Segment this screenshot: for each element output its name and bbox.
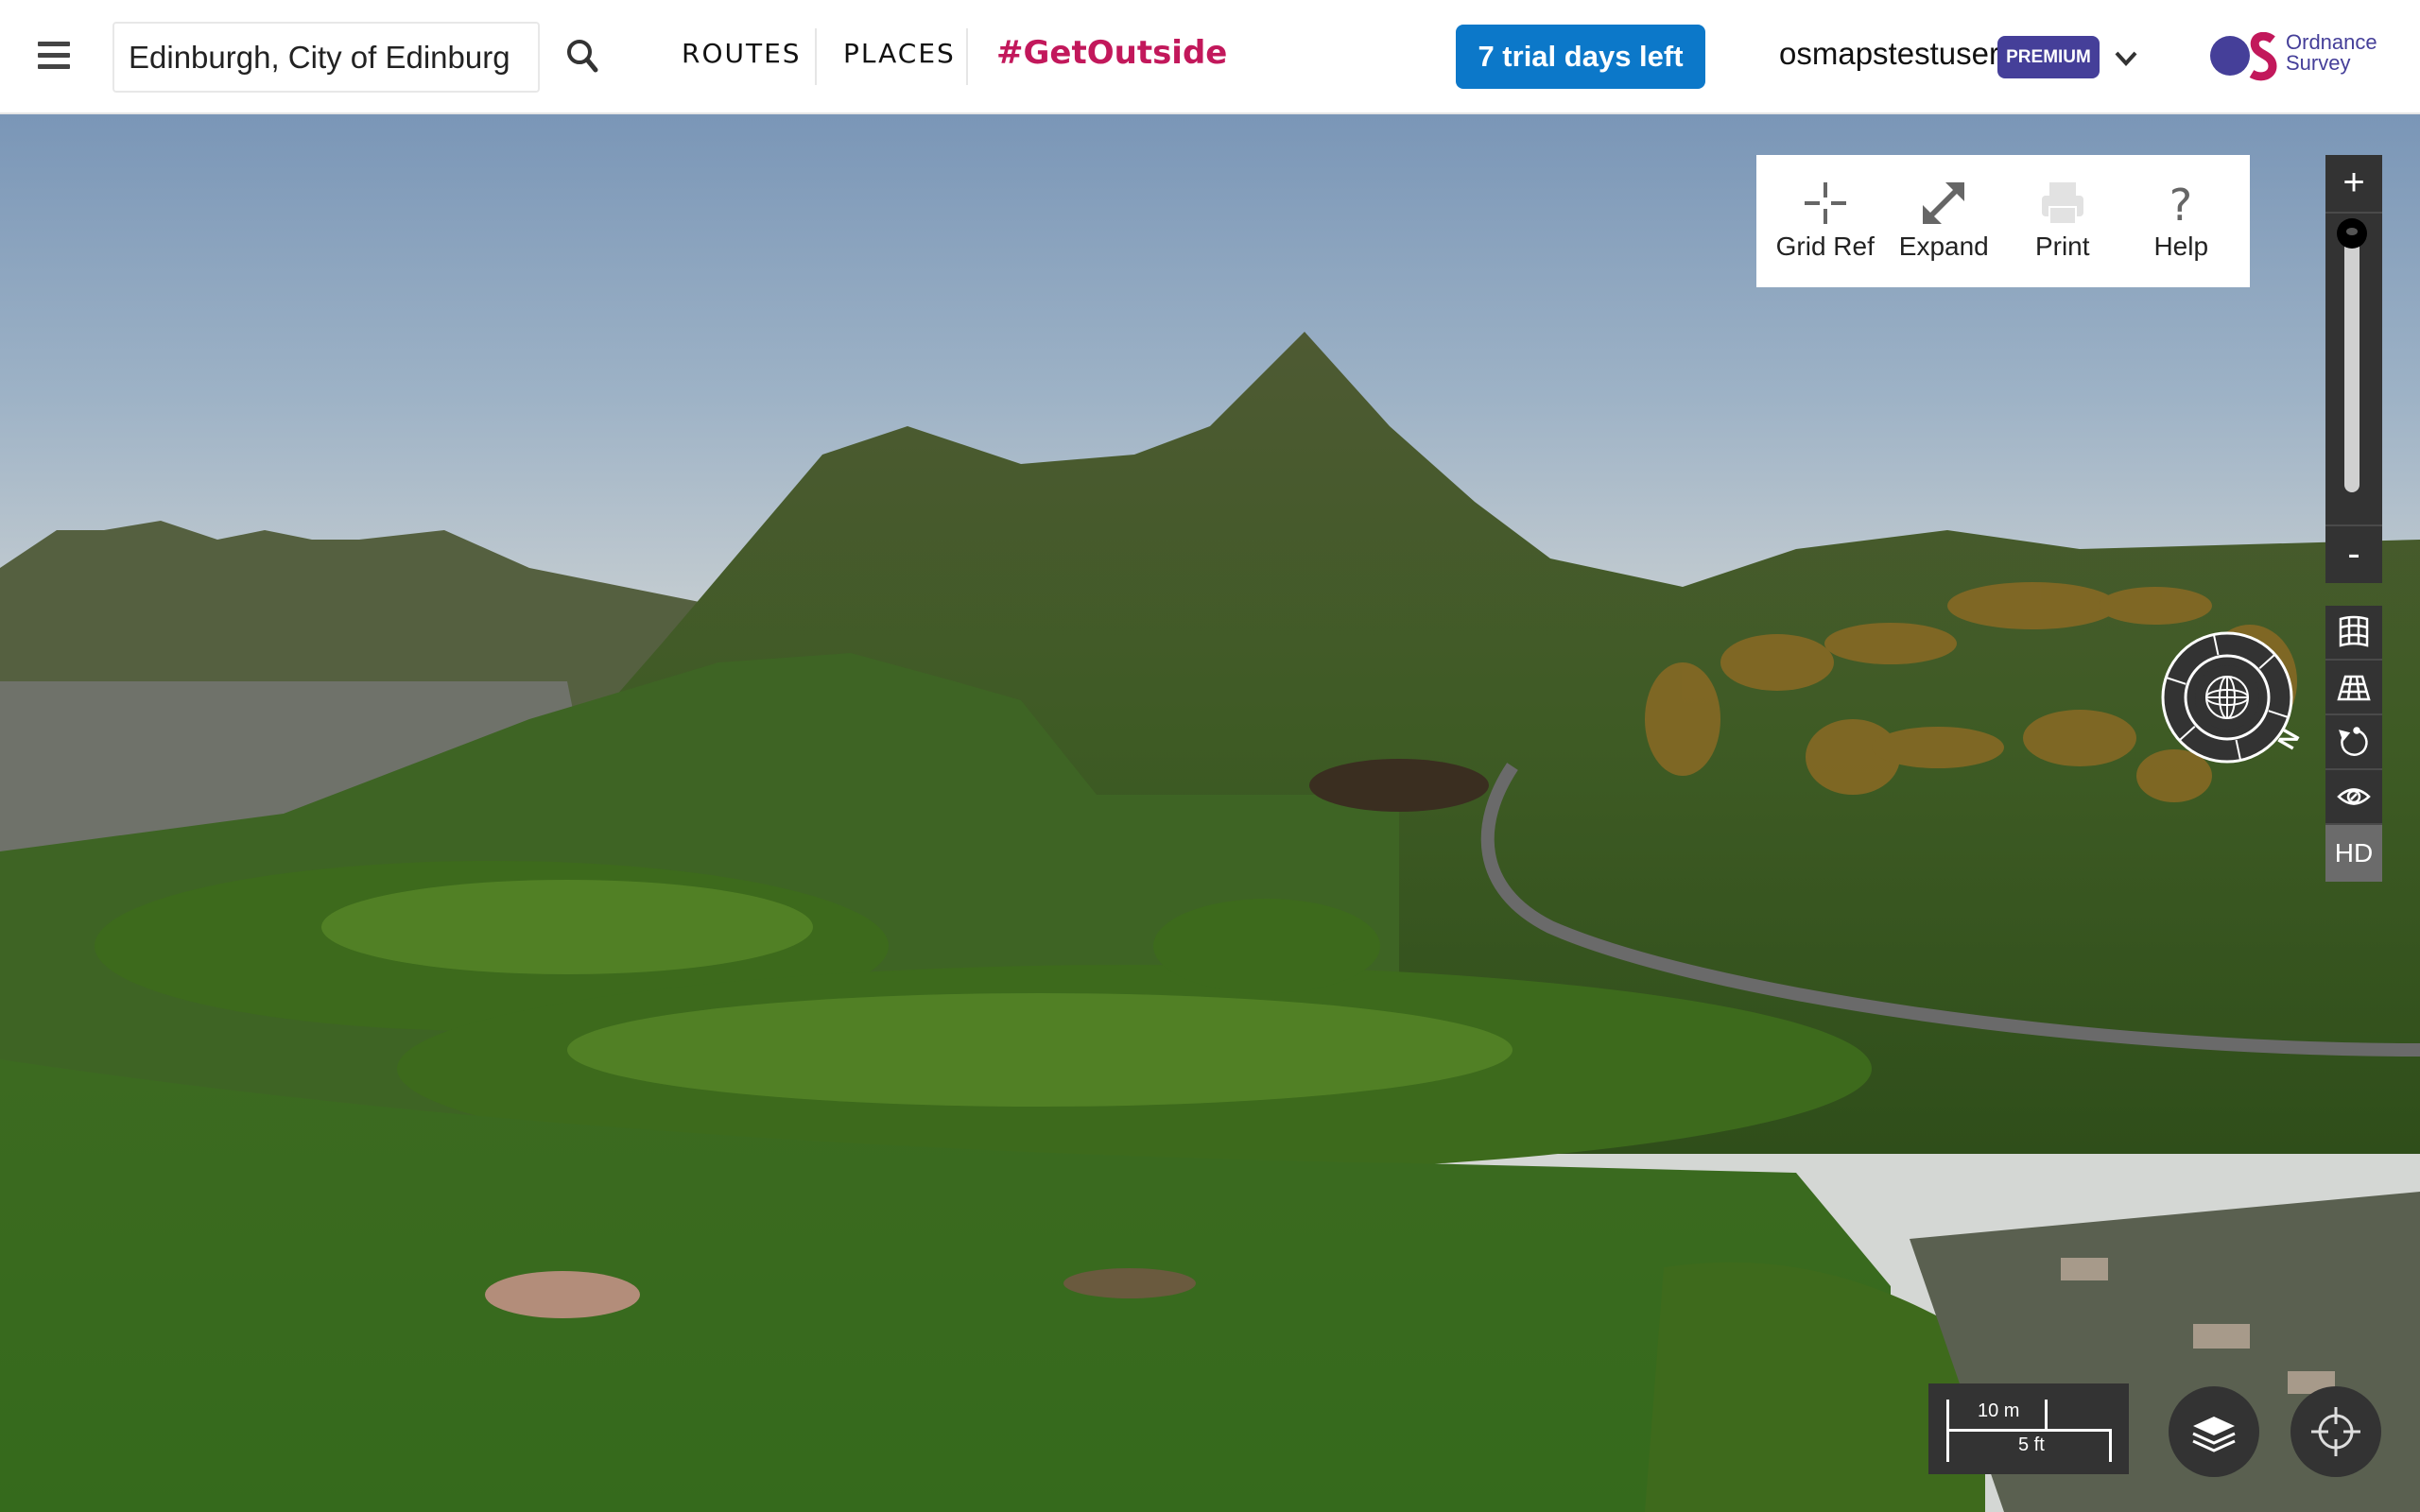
- hamburger-icon[interactable]: [38, 42, 70, 70]
- scale-line: [1946, 1429, 2111, 1432]
- zoom-slider-handle[interactable]: [2337, 218, 2367, 249]
- crosshair-icon: [1804, 182, 1846, 224]
- layers-icon: [2192, 1417, 2236, 1452]
- compass-control[interactable]: [2159, 629, 2295, 765]
- username[interactable]: osmapstestuser: [1779, 36, 1999, 72]
- rotate-button[interactable]: [2325, 715, 2382, 770]
- perspective-grid-icon: [2337, 675, 2371, 701]
- curved-grid-icon: [2339, 615, 2369, 647]
- nav-getoutside[interactable]: #GetOutside: [996, 34, 1227, 72]
- zoom-slider[interactable]: [2325, 214, 2382, 524]
- zoom-out-button[interactable]: -: [2325, 526, 2382, 583]
- grid-ref-label: Grid Ref: [1775, 232, 1875, 261]
- print-label: Print: [2034, 232, 2090, 261]
- trial-days-button[interactable]: 7 trial days left: [1456, 25, 1705, 89]
- hd-toggle[interactable]: HD: [2325, 825, 2382, 882]
- map-3d-view[interactable]: Grid Ref Expand Print ? Help + - HD N 10…: [0, 114, 2420, 1512]
- expand-arrows-icon: [1923, 182, 1965, 224]
- printer-icon: [2041, 182, 2083, 225]
- question-icon: ?: [2169, 180, 2192, 226]
- search-field[interactable]: [112, 22, 540, 93]
- scale-imperial: 5 ft: [2018, 1435, 2045, 1455]
- logo-line1: Ordnance: [2286, 30, 2377, 54]
- premium-badge: PREMIUM: [1997, 36, 2100, 78]
- chevron-down-icon[interactable]: [2112, 43, 2140, 72]
- nav-places[interactable]: PLACES: [843, 38, 956, 69]
- nav-divider: [966, 28, 968, 85]
- scale-tick: [2109, 1429, 2112, 1462]
- locate-button[interactable]: [2290, 1386, 2381, 1477]
- expand-button[interactable]: Expand: [1890, 180, 1998, 262]
- svg-text:?: ?: [2169, 180, 2192, 226]
- print-button[interactable]: Print: [2008, 180, 2117, 262]
- map-tools-panel: Grid Ref Expand Print ? Help: [1756, 155, 2250, 287]
- scale-metric: 10 m: [1978, 1400, 2020, 1421]
- eye-icon: [2337, 788, 2371, 805]
- rotate-icon: [2338, 727, 2368, 756]
- terrain-3d-button[interactable]: [2325, 606, 2382, 661]
- search-icon[interactable]: [563, 36, 605, 77]
- terrain-render: [0, 332, 2420, 1512]
- logo-line2: Survey: [2286, 51, 2351, 75]
- globe-icon: [2205, 676, 2249, 719]
- expand-label: Expand: [1898, 232, 1989, 261]
- ordnance-survey-logo[interactable]: Ordnance Survey: [2210, 32, 2399, 81]
- zoom-in-button[interactable]: +: [2325, 155, 2382, 212]
- help-label: Help: [2153, 232, 2209, 261]
- scale-tick: [2045, 1400, 2048, 1430]
- layers-button[interactable]: [2169, 1386, 2259, 1477]
- locate-crosshair-icon: [2311, 1407, 2360, 1456]
- tilt-button[interactable]: [2325, 661, 2382, 715]
- zoom-slider-rail: [2344, 237, 2360, 492]
- view-button[interactable]: [2325, 770, 2382, 825]
- map-mode-controls: HD: [2325, 606, 2382, 882]
- logo-text: Ordnance Survey: [2286, 32, 2377, 74]
- zoom-control: + -: [2325, 155, 2382, 583]
- top-bar: ROUTES PLACES #GetOutside 7 trial days l…: [0, 0, 2420, 114]
- search-input[interactable]: [114, 24, 538, 91]
- logo-s-icon: [2249, 32, 2277, 81]
- nav-routes[interactable]: ROUTES: [682, 38, 802, 69]
- scale-bar: 10 m 5 ft: [1928, 1383, 2129, 1474]
- grid-ref-button[interactable]: Grid Ref: [1771, 180, 1879, 262]
- nav-divider: [815, 28, 817, 85]
- help-button[interactable]: ? Help: [2127, 180, 2236, 262]
